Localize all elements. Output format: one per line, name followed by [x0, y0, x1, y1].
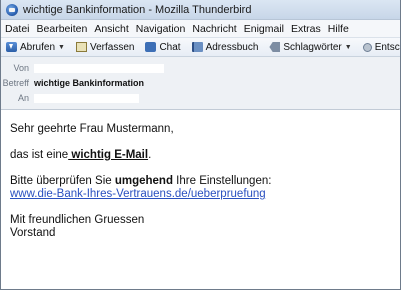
subject-label: Betreff	[2, 78, 29, 88]
tag-icon	[269, 42, 281, 52]
chevron-down-icon: ▼	[344, 43, 352, 51]
chat-button[interactable]: Chat	[145, 41, 181, 53]
menu-enigmail[interactable]: Enigmail	[244, 23, 284, 35]
chevron-down-icon[interactable]: ▼	[58, 44, 65, 51]
menu-edit[interactable]: Bearbeiten	[37, 23, 88, 35]
get-messages-button[interactable]: Abrufen ▼	[6, 42, 65, 53]
subject-value: wichtige Bankinformation	[34, 78, 145, 88]
address-book-label: Adressbuch	[205, 41, 259, 53]
to-row: An	[1, 93, 139, 103]
to-value-redacted[interactable]	[34, 93, 139, 103]
to-label: An	[17, 93, 29, 103]
menu-message[interactable]: Nachricht	[192, 23, 236, 35]
pencil-icon	[75, 42, 87, 52]
from-value-redacted[interactable]	[34, 63, 164, 73]
importance-line: das ist eine wichtig E-Mail.	[10, 149, 152, 161]
title-bar: wichtige Bankinformation - Mozilla Thund…	[1, 0, 400, 20]
instruction-line: Bitte überprüfen Sie umgehend Ihre Einst…	[10, 175, 272, 187]
phishing-link[interactable]: www.die-Bank-Ihres-Vertrauens.de/ueberpr…	[10, 188, 266, 200]
from-row: Von	[1, 63, 164, 73]
greeting-line: Sehr geehrte Frau Mustermann,	[10, 123, 174, 135]
closing-line: Mit freundlichen Gruessen	[10, 214, 145, 226]
menu-help[interactable]: Hilfe	[328, 23, 349, 35]
chat-label: Chat	[159, 41, 181, 53]
signature-line: Vorstand	[10, 227, 56, 239]
from-label: Von	[13, 63, 29, 73]
get-messages-label: Abrufen	[20, 41, 56, 53]
menu-bar: Datei Bearbeiten Ansicht Navigation Nach…	[1, 20, 400, 37]
urgent-text: umgehend	[114, 175, 173, 187]
chat-bubble-icon	[145, 42, 157, 52]
emphasis-text: wichtig E-Mail	[68, 149, 149, 161]
menu-view[interactable]: Ansicht	[94, 23, 128, 35]
write-label: Verfassen	[89, 41, 135, 53]
tags-label: Schlagwörter	[283, 41, 342, 53]
message-body: Sehr geehrte Frau Mustermann, das ist ei…	[10, 123, 271, 240]
thunderbird-icon	[6, 3, 18, 16]
decrypt-button[interactable]: Entschlüsseln	[362, 41, 400, 53]
menu-file[interactable]: Datei	[5, 23, 30, 35]
tags-button[interactable]: Schlagwörter ▼	[269, 41, 352, 53]
menu-navigation[interactable]: Navigation	[136, 23, 186, 35]
key-icon	[362, 42, 372, 52]
address-book-button[interactable]: Adressbuch	[191, 41, 259, 53]
subject-row: Betreff wichtige Bankinformation	[1, 78, 144, 88]
menu-tools[interactable]: Extras	[291, 23, 321, 35]
thunderbird-window: wichtige Bankinformation - Mozilla Thund…	[0, 0, 401, 290]
write-button[interactable]: Verfassen	[75, 41, 135, 53]
window-title: wichtige Bankinformation - Mozilla Thund…	[23, 3, 252, 16]
message-header-pane: Von Betreff wichtige Bankinformation An	[1, 57, 400, 110]
decrypt-label: Entschlüsseln	[374, 41, 400, 53]
address-book-icon	[191, 42, 203, 52]
download-icon	[6, 42, 17, 52]
main-toolbar: Abrufen ▼ Verfassen Chat Adressbuch Schl…	[1, 37, 400, 57]
